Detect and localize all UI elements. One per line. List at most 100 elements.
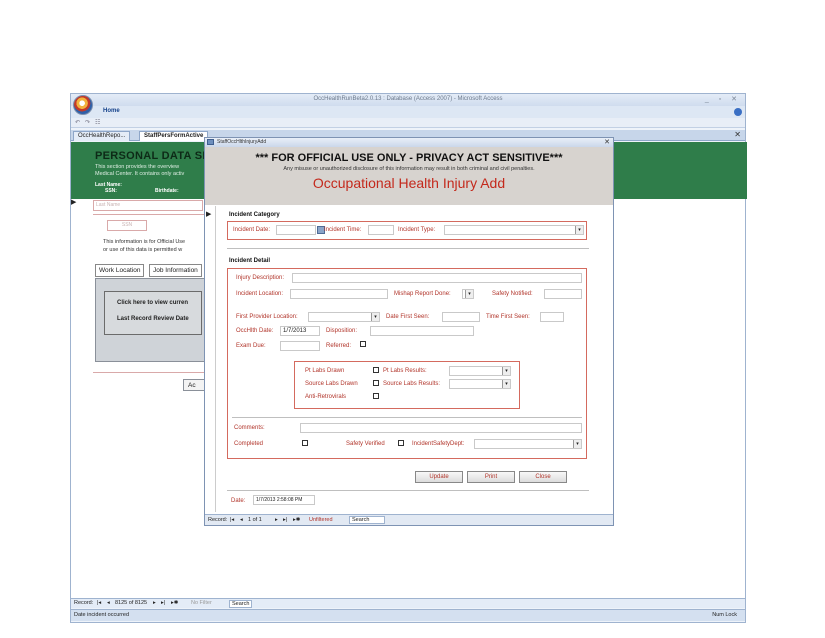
close-button[interactable]: Close [519,471,567,483]
filter-toggle[interactable]: No Filter [191,600,212,606]
last-review-date-label: Last Record Review Date [117,316,189,322]
doc-tab-staffpers[interactable]: StaffPersFormActive [139,131,209,141]
incident-type-label: Incident Type: [398,227,436,233]
status-bar: Date incident occurred Num Lock [71,609,745,621]
window-title: OccHealthRunBeta2.0.13 : Database (Acces… [313,96,503,102]
privacy-warning: Any misuse or unauthorized disclosure of… [283,166,535,172]
form-icon [207,139,214,145]
last-name-field[interactable]: Last Name [93,200,203,211]
safety-verified-label: Safety Verified [346,441,385,447]
incident-detail-title: Incident Detail [229,258,271,264]
tab-home[interactable]: Home [103,108,120,114]
chevron-down-icon[interactable]: ▾ [371,313,379,321]
labs-box: Pt Labs Drawn Pt Labs Results: ▾ Source … [294,361,520,409]
last-record-button[interactable]: ▸| [161,600,165,606]
chevron-down-icon[interactable]: ▾ [502,367,510,375]
incident-date-field[interactable] [276,225,316,235]
incident-time-field[interactable] [368,225,394,235]
window-controls[interactable]: _ ▫ ✕ [705,95,741,103]
source-labs-drawn-checkbox[interactable] [373,380,379,386]
prev-record-button[interactable]: ◂ [240,517,243,523]
help-icon[interactable] [734,108,742,116]
completed-checkbox[interactable] [302,440,308,446]
source-labs-results-select[interactable]: ▾ [449,379,511,389]
tab-job-information[interactable]: Job Information [149,264,202,277]
source-labs-results-label: Source Labs Results: [383,381,441,387]
mishap-report-select[interactable]: ▾ [462,289,474,299]
time-first-seen-field[interactable] [540,312,564,322]
record-position[interactable]: 8125 of 8125 [115,600,147,606]
print-button[interactable]: Print [467,471,515,483]
time-first-seen-label: Time First Seen: [486,314,530,320]
first-record-button[interactable]: |◂ [97,600,101,606]
injury-description-field[interactable] [292,273,582,283]
exam-due-label: Exam Due: [236,343,266,349]
close-icon[interactable]: ✕ [734,130,741,139]
chevron-down-icon[interactable]: ▾ [575,226,583,234]
incident-type-select[interactable]: ▾ [444,225,584,235]
redo-icon[interactable]: ↷ [85,119,90,126]
comments-field[interactable] [300,423,582,433]
pt-labs-results-label: Pt Labs Results: [383,368,427,374]
pt-labs-drawn-checkbox[interactable] [373,367,379,373]
divider [93,372,205,373]
completed-label: Completed [234,441,264,447]
next-record-button[interactable]: ▸ [153,600,156,606]
occhlth-date-label: OccHlth Date: [236,328,274,334]
add-button[interactable]: Ac [183,379,205,391]
incident-location-label: Incident Location: [236,291,284,297]
record-label: Record: [74,600,94,606]
divider [215,206,216,512]
divider [232,417,582,418]
view-icon[interactable]: ☷ [95,119,100,126]
divider [93,214,205,215]
dialog-record-navigation: Record: |◂ ◂ 1 of 1 ▸ ▸| ▸✱ Unfiltered S… [205,514,613,525]
ssn-field[interactable]: SSN [107,220,147,231]
close-icon[interactable]: ✕ [604,138,610,146]
injury-add-dialog: StaffOccHlthInjuryAdd ✕ *** FOR OFFICIAL… [204,137,614,526]
chevron-down-icon[interactable]: ▾ [465,290,473,298]
incident-safety-dept-label: IncidentSafetyDept: [412,441,465,447]
dialog-header: *** FOR OFFICIAL USE ONLY - PRIVACY ACT … [205,147,613,205]
search-input[interactable]: Search [229,600,253,608]
status-text: Date incident occurred [74,612,130,618]
anti-retrovirals-label: Anti-Retrovirals [305,394,347,400]
new-record-button[interactable]: ▸✱ [293,517,300,523]
search-input[interactable]: Search [349,516,385,524]
exam-due-field[interactable] [280,341,320,351]
view-current-link[interactable]: Click here to view curren [117,300,188,306]
incident-time-label: Incident Time: [324,227,362,233]
pt-labs-results-select[interactable]: ▾ [449,366,511,376]
next-record-button[interactable]: ▸ [275,517,278,523]
update-button[interactable]: Update [415,471,463,483]
first-record-button[interactable]: |◂ [230,517,234,523]
new-record-button[interactable]: ▸✱ [171,600,178,606]
record-navigation: Record: |◂ ◂ 8125 of 8125 ▸ ▸| ▸✱ No Fil… [71,598,745,608]
doc-tab-occhealth[interactable]: OccHealthRepo... [73,131,131,141]
tab-work-location[interactable]: Work Location [95,264,145,277]
prev-record-button[interactable]: ◂ [107,600,110,606]
first-provider-select[interactable]: ▾ [308,312,380,322]
record-position[interactable]: 1 of 1 [248,517,262,523]
incident-category-title: Incident Category [229,212,280,218]
office-button-icon[interactable] [73,95,93,115]
safety-notified-field[interactable] [544,289,582,299]
record-label: Record: [208,517,228,523]
incident-location-field[interactable] [290,289,388,299]
referred-checkbox[interactable] [360,341,366,347]
safety-verified-checkbox[interactable] [398,440,404,446]
date-first-seen-field[interactable] [442,312,480,322]
record-selector-icon[interactable]: ▶ [71,198,79,208]
undo-icon[interactable]: ↶ [75,119,80,126]
chevron-down-icon[interactable]: ▾ [573,440,581,448]
last-record-button[interactable]: ▸| [283,517,287,523]
record-selector-icon[interactable]: ▶ [206,210,211,218]
occhlth-date-field[interactable]: 1/7/2013 [280,326,320,336]
filter-toggle[interactable]: Unfiltered [309,517,333,523]
anti-retrovirals-checkbox[interactable] [373,393,379,399]
disposition-field[interactable] [370,326,474,336]
chevron-down-icon[interactable]: ▾ [502,380,510,388]
ssn-label: SSN: [105,188,117,194]
divider [227,490,589,491]
incident-safety-dept-select[interactable]: ▾ [474,439,582,449]
